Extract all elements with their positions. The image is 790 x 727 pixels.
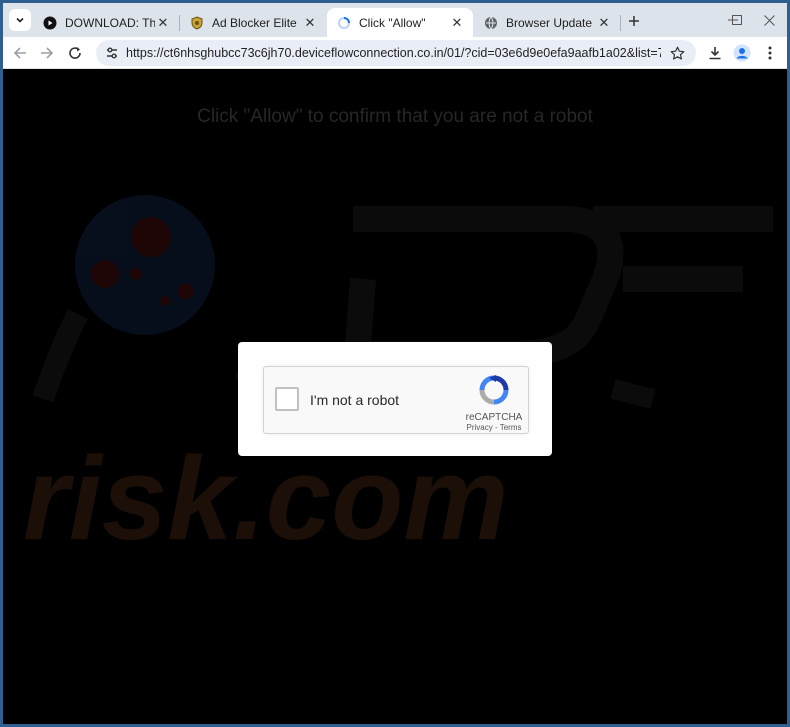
chevron-down-icon xyxy=(16,17,24,23)
close-tab-icon[interactable]: ✕ xyxy=(302,15,318,31)
browser-toolbar: https://ct6nhsghubcc73c6jh70.deviceflowc… xyxy=(3,37,787,69)
maximize-icon xyxy=(732,15,742,25)
terms-link[interactable]: Terms xyxy=(500,423,522,432)
captcha-checkbox[interactable] xyxy=(275,387,299,411)
tab-click-allow[interactable]: Click "Allow" ✕ xyxy=(327,8,473,37)
menu-button[interactable] xyxy=(759,42,781,64)
close-tab-icon[interactable]: ✕ xyxy=(596,15,612,31)
close-window-button[interactable] xyxy=(751,9,787,31)
tab-title: DOWNLOAD: The Day xyxy=(65,15,155,30)
browser-window: DOWNLOAD: The Day ✕ Ad Blocker Elite ✕ C… xyxy=(0,0,790,727)
kebab-menu-icon xyxy=(768,46,772,60)
captcha-links: Privacy - Terms xyxy=(464,423,524,432)
recaptcha-icon xyxy=(479,375,509,405)
tab-strip: DOWNLOAD: The Day ✕ Ad Blocker Elite ✕ C… xyxy=(3,3,787,37)
forward-button[interactable] xyxy=(36,42,58,64)
tab-browser-update[interactable]: Browser Update ✕ xyxy=(474,8,620,37)
profile-button[interactable] xyxy=(731,42,753,64)
bookmark-star-icon[interactable] xyxy=(668,44,686,62)
page-headline: Click "Allow" to confirm that you are no… xyxy=(197,106,593,127)
close-icon xyxy=(763,14,775,26)
arrow-right-icon xyxy=(41,47,54,59)
back-button[interactable] xyxy=(9,42,31,64)
page-content: risk.com Click "Allow" to confirm that y… xyxy=(3,69,787,724)
address-bar[interactable]: https://ct6nhsghubcc73c6jh70.deviceflowc… xyxy=(96,40,696,66)
recaptcha-brand: reCAPTCHA xyxy=(465,412,523,423)
downloads-button[interactable] xyxy=(704,42,726,64)
recaptcha-logo: reCAPTCHA Privacy - Terms xyxy=(464,375,524,432)
close-tab-icon[interactable]: ✕ xyxy=(155,15,171,31)
link-separator: - xyxy=(492,423,500,432)
reload-icon xyxy=(69,47,81,59)
youtube-icon xyxy=(43,16,57,30)
tab-title: Browser Update xyxy=(506,15,593,30)
tab-separator xyxy=(620,15,621,31)
site-info-icon[interactable] xyxy=(104,45,120,61)
tab-search-button[interactable] xyxy=(9,9,31,31)
shield-icon xyxy=(190,15,204,30)
tab-ad-blocker[interactable]: Ad Blocker Elite ✕ xyxy=(180,8,326,37)
new-tab-button[interactable] xyxy=(623,10,645,32)
tab-download[interactable]: DOWNLOAD: The Day ✕ xyxy=(33,8,179,37)
plus-icon xyxy=(629,16,639,26)
arrow-left-icon xyxy=(13,47,26,59)
privacy-link[interactable]: Privacy xyxy=(467,423,493,432)
tab-title: Ad Blocker Elite xyxy=(212,15,297,30)
globe-icon xyxy=(484,16,498,30)
download-icon xyxy=(709,47,721,60)
close-tab-icon[interactable]: ✕ xyxy=(449,15,465,31)
maximize-button[interactable] xyxy=(719,9,755,31)
tab-title: Click "Allow" xyxy=(359,15,426,30)
recaptcha-widget: I'm not a robot reCAPTCHA Privacy - Term… xyxy=(263,366,529,434)
reload-button[interactable] xyxy=(64,42,86,64)
captcha-label: I'm not a robot xyxy=(310,392,400,408)
loading-icon xyxy=(337,16,351,30)
url-text[interactable]: https://ct6nhsghubcc73c6jh70.deviceflowc… xyxy=(126,46,661,60)
captcha-card: I'm not a robot reCAPTCHA Privacy - Term… xyxy=(238,342,552,456)
avatar-icon xyxy=(733,44,751,62)
